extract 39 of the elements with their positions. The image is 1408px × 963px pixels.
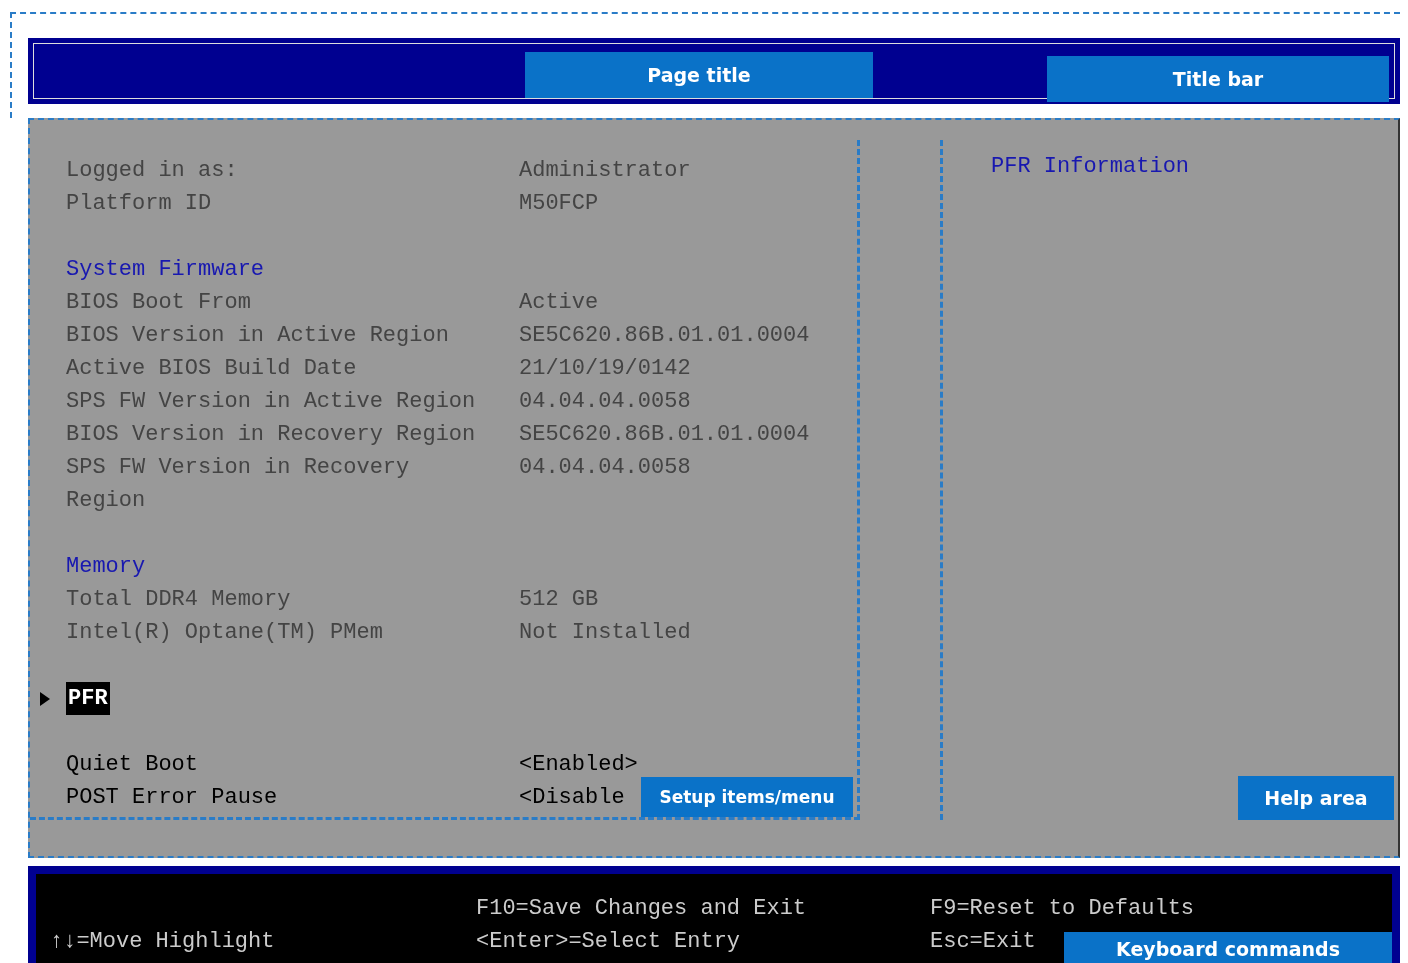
callout-label: Title bar	[1047, 56, 1389, 102]
info-value: Administrator	[519, 157, 691, 185]
key-hint: <Enter>=Select Entry	[476, 928, 741, 956]
info-value: 21/10/19/0142	[519, 355, 691, 383]
help-heading: PFR Information	[991, 153, 1191, 181]
info-label: BIOS Version in Recovery Region	[66, 421, 477, 449]
info-label: Total DDR4 Memory	[66, 586, 292, 614]
key-hint: ↑↓=Move Highlight	[50, 928, 275, 956]
info-value: 04.04.04.0058	[519, 388, 691, 416]
info-label: SPS FW Version in Active Region	[66, 388, 477, 416]
info-label: BIOS Version in Active Region	[66, 322, 450, 350]
info-label: BIOS Boot From	[66, 289, 252, 317]
option-label[interactable]: POST Error Pause	[66, 781, 486, 814]
info-value: Active	[519, 289, 599, 317]
info-value: SE5C620.86B.01.01.0004	[519, 322, 810, 350]
info-label: Logged in as:	[66, 157, 239, 185]
info-label: Platform ID	[66, 190, 213, 218]
info-value: Not Installed	[519, 619, 691, 647]
option-value[interactable]: <Disable	[519, 781, 625, 814]
key-hint: Esc=Exit	[930, 928, 1036, 956]
info-value: M50FCP	[519, 190, 599, 218]
option-value[interactable]: <Enabled>	[519, 748, 638, 781]
submenu-item[interactable]: PFR	[66, 682, 110, 715]
info-label: Active BIOS Build Date	[66, 355, 358, 383]
key-hint: F10=Save Changes and Exit	[476, 895, 807, 923]
info-value: SE5C620.86B.01.01.0004	[519, 421, 810, 449]
section-heading: Memory	[66, 553, 147, 581]
submenu-arrow-icon	[40, 692, 50, 706]
callout-label: Help area	[1238, 776, 1394, 820]
callout-label: Page title	[525, 52, 873, 98]
info-value: 04.04.04.0058	[519, 454, 691, 482]
info-value: 512 GB	[519, 586, 599, 614]
callout-label: Setup items/menu	[641, 777, 853, 817]
section-heading: System Firmware	[66, 256, 266, 284]
option-label[interactable]: Quiet Boot	[66, 748, 486, 781]
key-hint: F9=Reset to Defaults	[930, 895, 1195, 923]
info-label: SPS FW Version in Recovery Region	[66, 454, 411, 515]
info-label: Intel(R) Optane(TM) PMem	[66, 619, 384, 647]
callout-label: Keyboard commands	[1064, 932, 1392, 963]
